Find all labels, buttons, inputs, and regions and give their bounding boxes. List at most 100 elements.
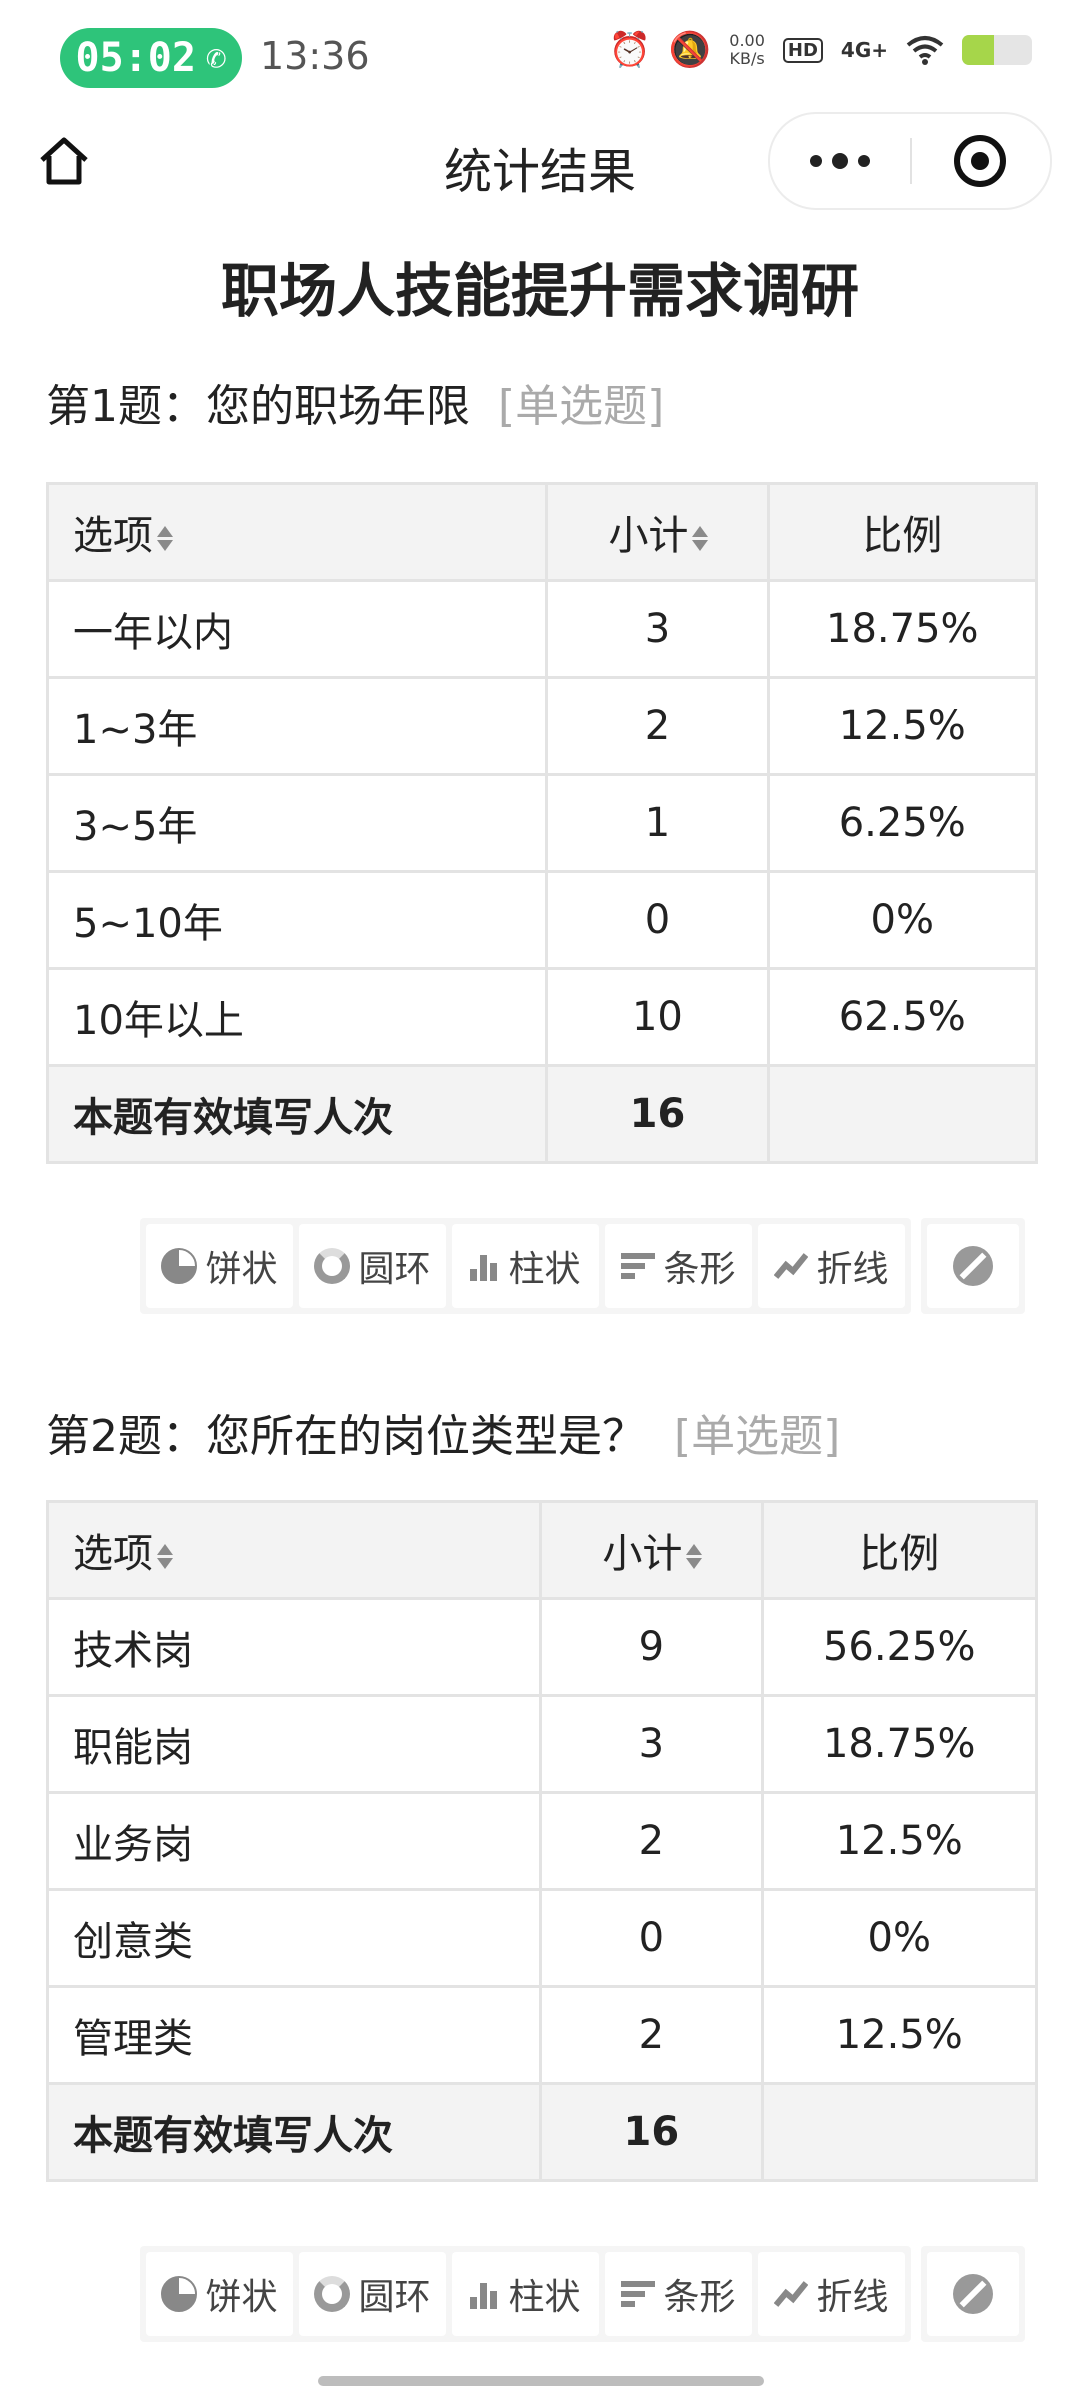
column-chart-button[interactable]: 柱状 — [452, 2252, 599, 2336]
stat-table: 选项 小计 比例 一年以内 3 18.75% 1~3年 2 12.5% 3~5年… — [45, 482, 1039, 1164]
call-timer-pill[interactable]: 05:02 ✆ — [60, 28, 242, 88]
question-type: [单选题] — [498, 381, 665, 432]
table-row: 业务岗 2 12.5% — [45, 1791, 1039, 1891]
more-icon — [810, 153, 870, 169]
close-button[interactable] — [910, 114, 1050, 208]
net-speed-value: 0.00 — [729, 31, 765, 50]
question-title: 第2题：您所在的岗位类型是？ [单选题] — [46, 1400, 840, 1464]
hide-chart-group — [921, 1218, 1025, 1314]
status-bar: 05:02 ✆ 13:36 ⏰ 🔕 0.00 KB/s HD 4G+ — [0, 0, 1080, 120]
option-cell: 3~5年 — [45, 773, 549, 873]
total-ratio-empty — [766, 1064, 1039, 1164]
header-option[interactable]: 选项 — [45, 482, 549, 582]
count-cell: 1 — [545, 773, 770, 873]
table-header-row: 选项 小计 比例 — [45, 482, 1039, 582]
total-count: 16 — [539, 2082, 764, 2182]
count-cell: 2 — [539, 1791, 764, 1891]
sort-icon — [692, 526, 706, 551]
home-indicator[interactable] — [318, 2376, 764, 2386]
pie-chart-icon — [161, 1248, 198, 1284]
hd-badge: HD — [782, 37, 823, 63]
header-subtotal[interactable]: 小计 — [545, 482, 770, 582]
chart-type-group: 饼状 圆环 柱状 条形 折线 — [140, 2246, 911, 2342]
total-label: 本题有效填写人次 — [45, 2082, 543, 2182]
ratio-cell: 6.25% — [766, 773, 1039, 873]
header-subtotal[interactable]: 小计 — [539, 1500, 764, 1600]
line-chart-icon — [774, 1253, 809, 1279]
pie-chart-button[interactable]: 饼状 — [146, 1224, 293, 1308]
question-text: 您的职场年限 — [206, 381, 470, 432]
table-row: 管理类 2 12.5% — [45, 1985, 1039, 2085]
option-cell: 职能岗 — [45, 1694, 543, 1794]
table-row: 一年以内 3 18.75% — [45, 579, 1039, 679]
clock: 13:36 — [260, 34, 370, 78]
bar-chart-icon — [621, 1253, 656, 1279]
sort-icon — [157, 1544, 171, 1569]
sort-icon — [157, 526, 171, 551]
option-cell: 5~10年 — [45, 870, 549, 970]
sort-icon — [686, 1544, 700, 1569]
chart-type-toolbar: 饼状 圆环 柱状 条形 折线 — [140, 2246, 1038, 2342]
system-icons: ⏰ 🔕 0.00 KB/s HD 4G+ — [609, 30, 1032, 70]
ring-chart-icon — [314, 1248, 351, 1284]
battery-icon — [962, 35, 1032, 65]
line-chart-button[interactable]: 折线 — [758, 2252, 905, 2336]
table-row: 5~10年 0 0% — [45, 870, 1039, 970]
mute-icon: 🔕 — [668, 30, 712, 70]
pie-chart-button[interactable]: 饼状 — [146, 2252, 293, 2336]
ratio-cell: 12.5% — [766, 676, 1039, 776]
header-ratio: 比例 — [766, 482, 1039, 582]
survey-title: 职场人技能提升需求调研 — [220, 257, 859, 325]
bar-chart-button[interactable]: 条形 — [605, 2252, 752, 2336]
more-button[interactable] — [770, 114, 910, 208]
header-option[interactable]: 选项 — [45, 1500, 543, 1600]
table-row: 创意类 0 0% — [45, 1888, 1039, 1988]
hide-chart-button[interactable] — [927, 1224, 1019, 1308]
question-type: [单选题] — [674, 1411, 841, 1462]
ban-icon — [953, 2274, 993, 2314]
header-ratio: 比例 — [760, 1500, 1039, 1600]
column-chart-icon — [470, 2279, 500, 2309]
ratio-cell: 12.5% — [760, 1985, 1039, 2085]
table-header-row: 选项 小计 比例 — [45, 1500, 1039, 1600]
mini-program-capsule — [768, 112, 1052, 210]
total-label: 本题有效填写人次 — [45, 1064, 549, 1164]
total-row: 本题有效填写人次 16 — [45, 1064, 1039, 1164]
table-row: 10年以上 10 62.5% — [45, 967, 1039, 1067]
hide-chart-button[interactable] — [927, 2252, 1019, 2336]
ring-chart-button[interactable]: 圆环 — [299, 2252, 446, 2336]
option-cell: 业务岗 — [45, 1791, 543, 1891]
ring-chart-button[interactable]: 圆环 — [299, 1224, 446, 1308]
pie-chart-icon — [161, 2276, 198, 2312]
call-timer: 05:02 — [75, 35, 196, 81]
phone-icon: ✆ — [205, 38, 227, 78]
ratio-cell: 0% — [766, 870, 1039, 970]
option-cell: 技术岗 — [45, 1597, 543, 1697]
option-cell: 创意类 — [45, 1888, 543, 1988]
column-chart-button[interactable]: 柱状 — [452, 1224, 599, 1308]
question-number: 第2题： — [46, 1411, 206, 1462]
count-cell: 3 — [545, 579, 770, 679]
ratio-cell: 18.75% — [760, 1694, 1039, 1794]
alarm-icon: ⏰ — [608, 30, 651, 70]
ring-chart-icon — [314, 2276, 351, 2312]
chart-type-toolbar: 饼状 圆环 柱状 条形 折线 — [140, 1218, 1038, 1314]
option-cell: 管理类 — [45, 1985, 543, 2085]
net-speed-unit: KB/s — [729, 49, 765, 68]
bar-chart-icon — [621, 2281, 656, 2307]
line-chart-button[interactable]: 折线 — [758, 1224, 905, 1308]
net-speed: 0.00 KB/s — [729, 32, 765, 68]
ratio-cell: 0% — [760, 1888, 1039, 1988]
line-chart-icon — [774, 2281, 809, 2307]
question-title: 第1题：您的职场年限 [单选题] — [46, 370, 664, 434]
total-row: 本题有效填写人次 16 — [45, 2082, 1039, 2182]
count-cell: 0 — [545, 870, 770, 970]
signal-icon: 4G+ — [840, 38, 888, 62]
chart-type-group: 饼状 圆环 柱状 条形 折线 — [140, 1218, 911, 1314]
bar-chart-button[interactable]: 条形 — [605, 1224, 752, 1308]
count-cell: 3 — [539, 1694, 764, 1794]
ratio-cell: 18.75% — [766, 579, 1039, 679]
count-cell: 0 — [539, 1888, 764, 1988]
stat-table: 选项 小计 比例 技术岗 9 56.25% 职能岗 3 18.75% 业务岗 2… — [45, 1500, 1039, 2182]
option-cell: 一年以内 — [45, 579, 549, 679]
